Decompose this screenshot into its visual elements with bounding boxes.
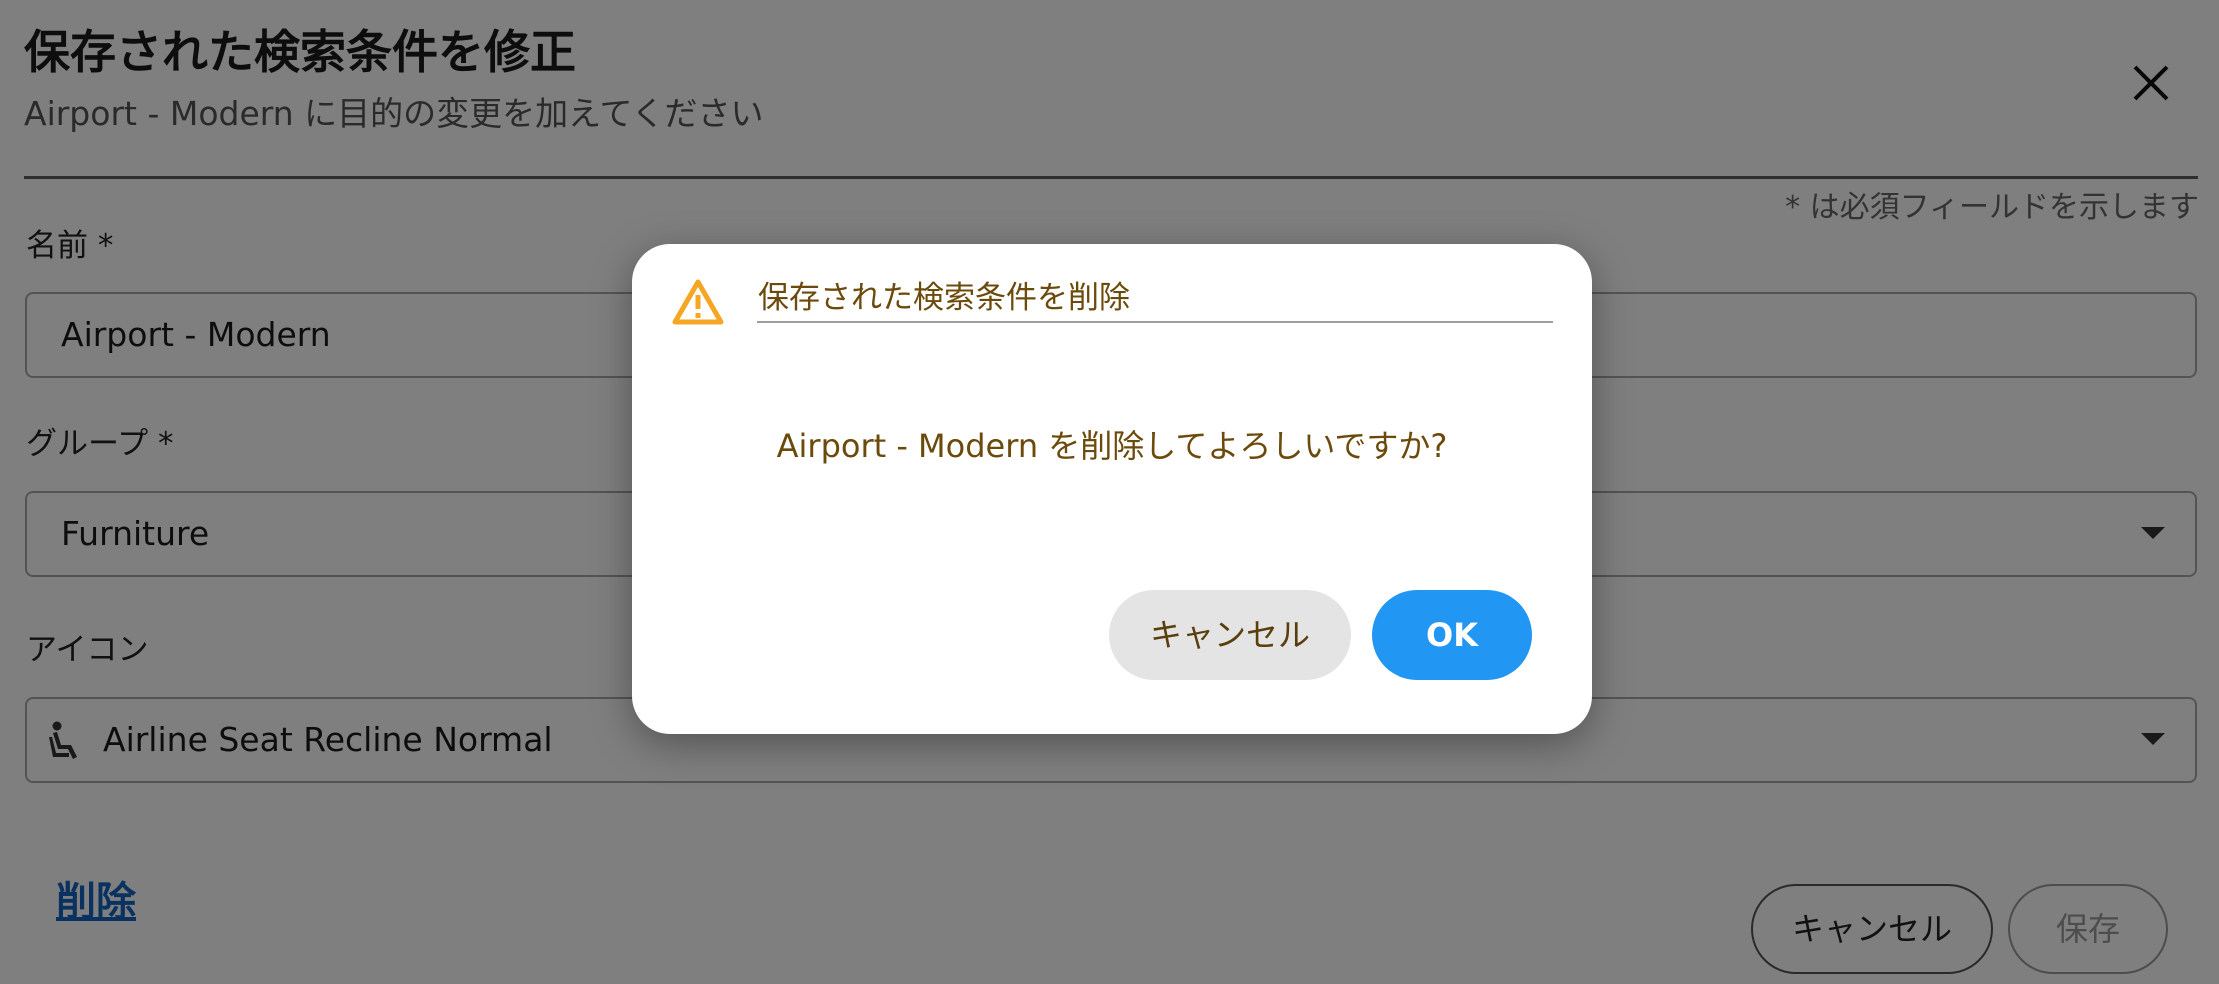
delete-confirm-dialog: 保存された検索条件を削除 Airport - Modern を削除してよろしいで… [632,244,1592,734]
dialog-message: Airport - Modern を削除してよろしいですか? [776,427,1448,465]
dialog-ok-button[interactable]: OK [1372,590,1532,680]
dialog-title: 保存された検索条件を削除 [758,280,1130,316]
dialog-cancel-button[interactable]: キャンセル [1109,590,1351,680]
dialog-title-divider [757,321,1553,323]
warning-icon [672,279,724,325]
